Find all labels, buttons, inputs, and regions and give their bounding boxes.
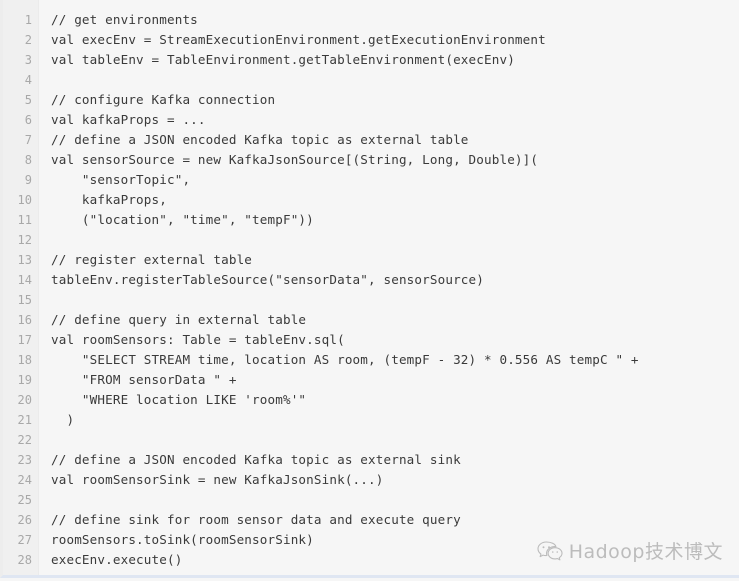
code-line: execEnv.execute() [51,552,183,567]
code-line: // register external table [51,252,253,267]
line-number: 28 [17,553,32,567]
code-block: 1 2 3 4 5 6 7 8 9 10 11 12 13 14 15 16 1… [0,0,739,578]
line-number-gutter: 1 2 3 4 5 6 7 8 9 10 11 12 13 14 15 16 1… [3,0,39,575]
code-line: val roomSensorSink = new KafkaJsonSink(.… [51,472,384,487]
line-number: 3 [24,53,32,67]
code-line: ("location", "time", "tempF")) [51,212,314,227]
code-line: kafkaProps, [51,192,167,207]
code-line: // define query in external table [51,312,307,327]
line-number: 16 [17,313,32,327]
line-number: 14 [17,273,32,287]
code-line: // define sink for room sensor data and … [51,512,461,527]
line-number: 20 [17,393,32,407]
line-number: 24 [17,473,32,487]
line-number: 9 [24,173,32,187]
line-number: 1 [24,13,32,27]
code-line: val sensorSource = new KafkaJsonSource[(… [51,152,539,167]
code-content[interactable]: // get environments val execEnv = Stream… [39,0,739,575]
bottom-strip [0,581,739,588]
line-number: 22 [17,433,32,447]
code-line: "FROM sensorData " + [51,372,237,387]
code-line: // configure Kafka connection [51,92,276,107]
code-line: val tableEnv = TableEnvironment.getTable… [51,52,515,67]
line-number: 13 [17,253,32,267]
code-line: roomSensors.toSink(roomSensorSink) [51,532,314,547]
code-line: "SELECT STREAM time, location AS room, (… [51,352,639,367]
code-line: // get environments [51,12,198,27]
line-number: 25 [17,493,32,507]
line-number: 21 [17,413,32,427]
line-number: 10 [17,193,32,207]
code-line: "sensorTopic", [51,172,191,187]
line-number: 5 [24,93,32,107]
code-line: val roomSensors: Table = tableEnv.sql( [51,332,345,347]
line-number: 26 [17,513,32,527]
code-line: val kafkaProps = ... [51,112,206,127]
line-number: 17 [17,333,32,347]
code-line: // define a JSON encoded Kafka topic as … [51,452,461,467]
screenshot-root: 1 2 3 4 5 6 7 8 9 10 11 12 13 14 15 16 1… [0,0,739,588]
line-number: 2 [24,33,32,47]
line-number: 12 [17,233,32,247]
line-number: 7 [24,133,32,147]
line-number: 19 [17,373,32,387]
code-line: // define a JSON encoded Kafka topic as … [51,132,469,147]
code-line: tableEnv.registerTableSource("sensorData… [51,272,484,287]
line-number: 27 [17,533,32,547]
code-line: "WHERE location LIKE 'room%'" [51,392,307,407]
line-number: 6 [24,113,32,127]
line-number: 23 [17,453,32,467]
line-number: 8 [24,153,32,167]
code-line: val execEnv = StreamExecutionEnvironment… [51,32,546,47]
line-number: 18 [17,353,32,367]
line-number: 4 [24,73,32,87]
code-line: ) [51,412,75,427]
line-number: 15 [17,293,32,307]
line-number: 11 [17,213,32,227]
